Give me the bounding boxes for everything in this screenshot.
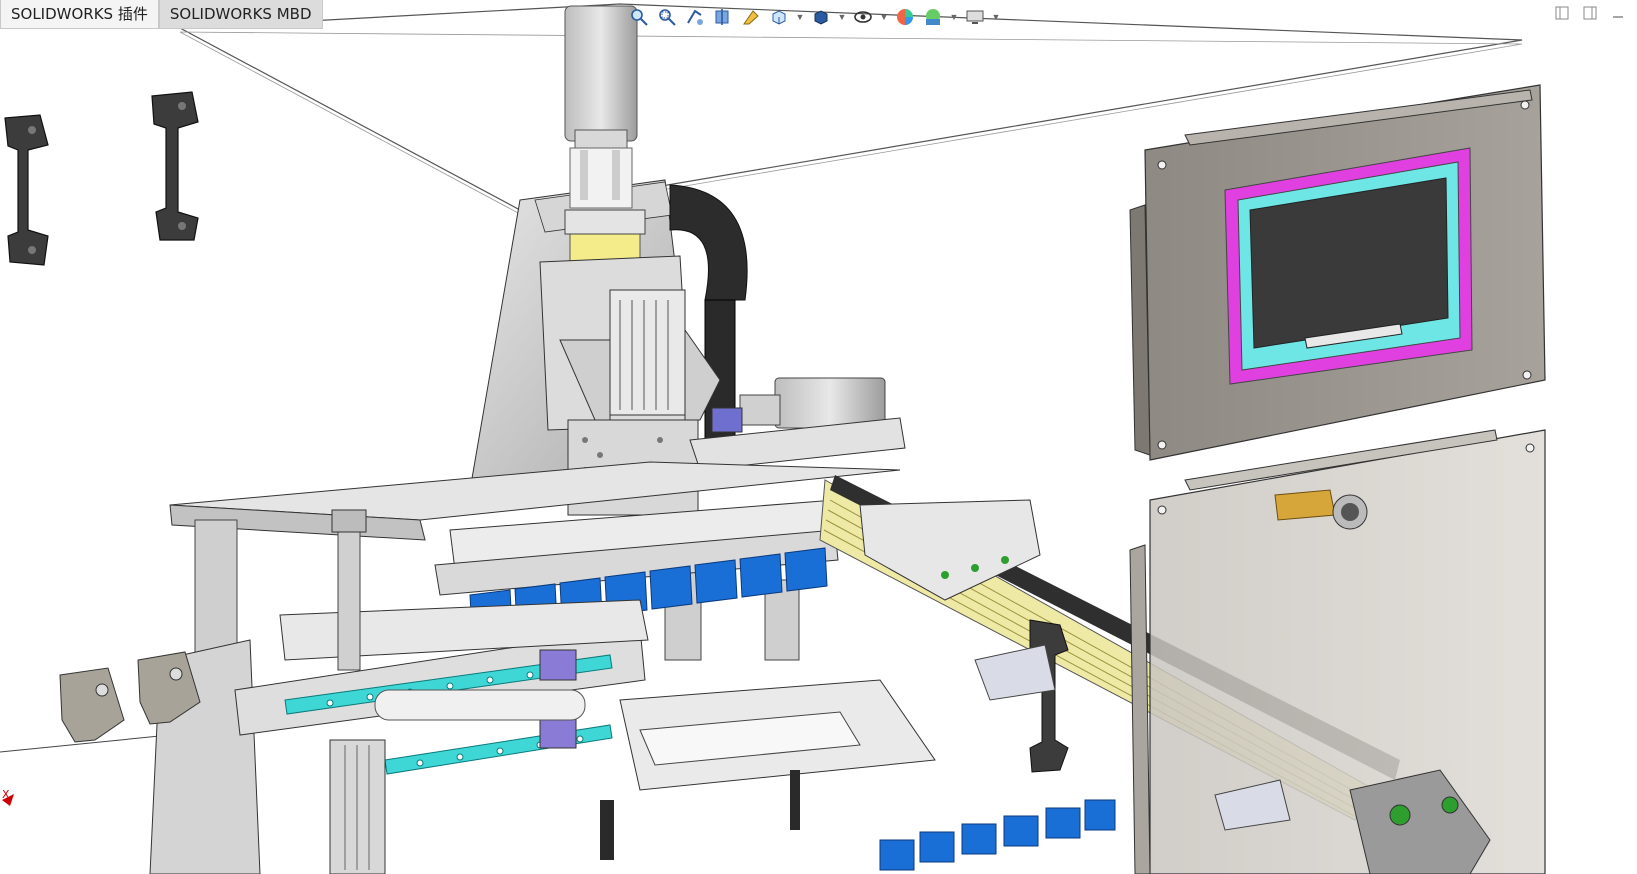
apply-scene-icon[interactable] xyxy=(922,6,944,28)
guide-block-upper xyxy=(539,649,577,681)
handle-middle xyxy=(1029,619,1069,773)
graphics-viewport[interactable] xyxy=(0,0,1637,874)
section-view-icon[interactable] xyxy=(712,6,734,28)
handle-left-2 xyxy=(151,91,199,241)
guide-block-lower xyxy=(539,717,577,749)
apply-scene-dropdown-icon[interactable]: ▼ xyxy=(950,6,959,28)
view-orientation-dropdown-icon[interactable]: ▼ xyxy=(796,6,805,28)
hmi-touchscreen xyxy=(1224,147,1473,385)
tile-right-icon[interactable] xyxy=(1583,6,1597,20)
tab-solidworks-mbd[interactable]: SOLIDWORKS MBD xyxy=(158,0,323,29)
view-orientation-icon[interactable] xyxy=(768,6,790,28)
heads-up-view-toolbar: ▼ ▼ ▼ ▼ ▼ xyxy=(628,4,1000,30)
zoom-to-area-icon[interactable] xyxy=(656,6,678,28)
command-manager-tabs: SOLIDWORKS 插件 SOLIDWORKS MBD xyxy=(0,0,323,30)
tile-left-icon[interactable] xyxy=(1555,6,1569,20)
viewport-window-controls xyxy=(1555,6,1625,20)
servo-motor-vertical xyxy=(564,5,638,209)
display-style-icon[interactable] xyxy=(810,6,832,28)
blue-blocks-bottom xyxy=(879,799,1116,871)
triad-x-label: X xyxy=(2,788,10,801)
display-style-dropdown-icon[interactable]: ▼ xyxy=(838,6,847,28)
hinge-bracket-1 xyxy=(974,644,1056,701)
view-settings-icon[interactable] xyxy=(964,6,986,28)
tab-solidworks-addins[interactable]: SOLIDWORKS 插件 xyxy=(0,0,159,29)
zoom-to-fit-icon[interactable] xyxy=(628,6,650,28)
cabinet-door xyxy=(1129,429,1546,874)
rail-carriage xyxy=(859,499,1041,601)
pneumatic-cylinder xyxy=(609,289,686,416)
dynamic-annotation-icon[interactable] xyxy=(740,6,762,28)
hide-show-dropdown-icon[interactable]: ▼ xyxy=(880,6,889,28)
previous-view-icon[interactable] xyxy=(684,6,706,28)
hide-show-items-icon[interactable] xyxy=(852,6,874,28)
view-settings-dropdown-icon[interactable]: ▼ xyxy=(992,6,1001,28)
bracket-left-1 xyxy=(59,667,125,743)
minimize-icon[interactable] xyxy=(1611,6,1625,20)
handle-left-1 xyxy=(4,114,49,266)
edit-appearance-icon[interactable] xyxy=(894,6,916,28)
cylinder-rod xyxy=(337,519,361,671)
